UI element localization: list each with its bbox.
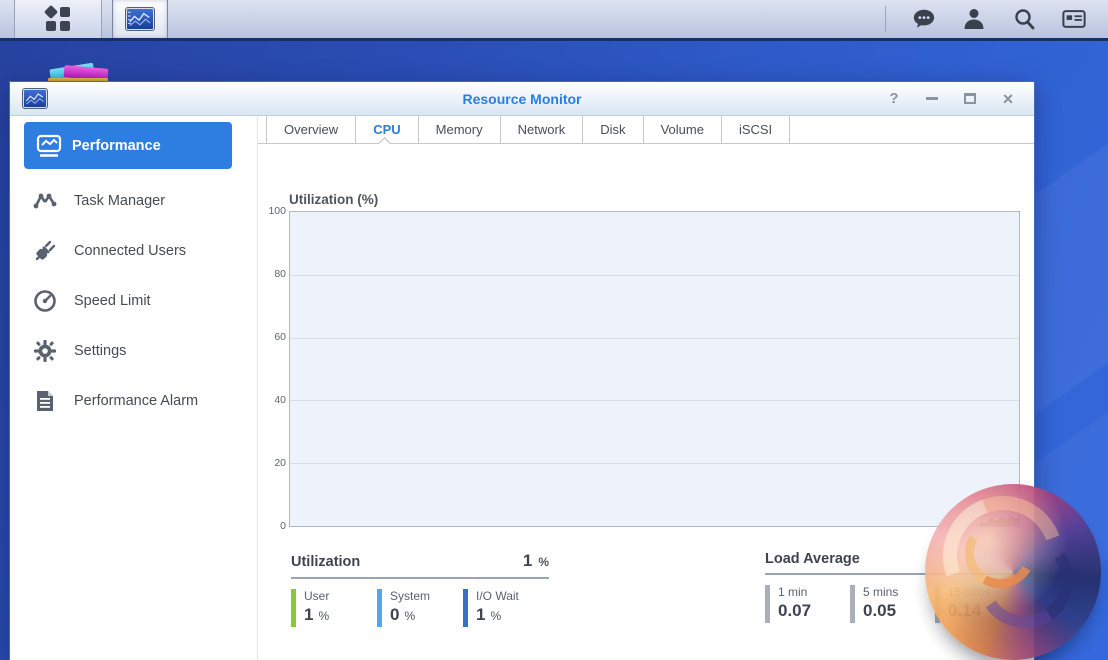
speed-limit-gauge-icon [32,288,58,314]
tab-memory[interactable]: Memory [419,116,501,143]
stat-user: User 1% [291,589,377,627]
user-account-icon[interactable] [962,7,986,31]
stat-io-wait: I/O Wait 1% [463,589,549,627]
taskbar-left [0,0,178,38]
y-tick-0: 0 [260,520,286,532]
load-average-title: Load Average [765,551,860,567]
load-average-stats: Load Average 1 min 0.07 5 mins [765,551,1020,623]
load-color-bar [850,585,855,623]
main-menu-button[interactable] [14,0,102,38]
gridline-40 [290,400,1019,401]
pilot-view-icon[interactable] [1062,7,1086,31]
window-title: Resource Monitor [10,91,1034,107]
sidebar-item-label: Performance [72,138,161,154]
sidebar-item-label: Settings [74,343,126,359]
utilization-total-unit: % [538,555,549,569]
y-tick-40: 40 [260,394,286,406]
sidebar-item-performance[interactable]: Performance [24,122,232,169]
close-button[interactable]: × [1000,91,1016,107]
stat-value: 0 [390,605,399,624]
tab-bar: Overview CPU Memory Network Disk Volume … [258,116,1034,144]
utilization-stats-title: Utilization [291,554,360,570]
gridline-60 [290,338,1019,339]
y-tick-100: 100 [260,205,286,217]
settings-gear-icon [32,338,58,364]
sidebar-item-speed-limit[interactable]: Speed Limit [24,276,244,326]
utilization-plot-area [289,211,1020,527]
gridline-80 [290,275,1019,276]
stat-value: 0.14 [948,601,990,621]
sidebar-item-performance-alarm[interactable]: Performance Alarm [24,376,244,426]
stat-load-1min: 1 min 0.07 [765,585,850,623]
utilization-stats: Utilization 1 % User 1% [291,551,549,627]
stat-label: I/O Wait [476,589,519,603]
maximize-button[interactable] [962,91,978,107]
sidebar-item-label: Task Manager [74,193,165,209]
main-content: Overview CPU Memory Network Disk Volume … [258,116,1034,660]
connected-users-plug-icon [32,238,58,264]
stat-label: 15 mins [948,585,990,599]
stat-system: System 0% [377,589,463,627]
stat-value: 1 [476,605,485,624]
search-icon[interactable] [1012,7,1036,31]
stat-load-15min: 15 mins 0.14 [935,585,1020,623]
task-manager-icon [32,188,58,214]
notifications-chat-icon[interactable] [912,7,936,31]
tab-iscsi[interactable]: iSCSI [722,116,790,143]
window-app-icon [23,89,47,108]
resource-monitor-app-icon [126,8,154,30]
sidebar-item-label: Performance Alarm [74,393,198,409]
sidebar: Performance Task Manager [10,116,258,660]
tab-cpu[interactable]: CPU [356,116,418,143]
y-tick-80: 80 [260,268,286,280]
resource-monitor-window: Resource Monitor ? × Performance [10,82,1034,660]
resource-monitor-taskbar-button[interactable] [112,0,168,38]
stat-unit: % [318,609,329,623]
stat-label: 5 mins [863,585,898,599]
tab-disk[interactable]: Disk [583,116,643,143]
performance-chart-icon [36,134,62,158]
sidebar-item-label: Connected Users [74,243,186,259]
user-color-bar [291,589,296,627]
minimize-button[interactable] [924,91,940,107]
taskbar-separator [885,6,886,32]
taskbar [0,0,1108,41]
performance-alarm-icon [32,388,58,414]
chart-title: Utilization (%) [289,192,378,207]
stat-unit: % [404,609,415,623]
stat-unit: % [490,609,501,623]
main-menu-icon [45,6,71,32]
y-tick-20: 20 [260,457,286,469]
sidebar-item-task-manager[interactable]: Task Manager [24,176,244,226]
stat-value: 0.05 [863,601,898,621]
stat-label: 1 min [778,585,811,599]
system-color-bar [377,589,382,627]
stat-load-5min: 5 mins 0.05 [850,585,935,623]
stat-value: 0.07 [778,601,811,621]
desktop-shortcut-file-station-icon[interactable] [46,60,112,84]
tab-overview[interactable]: Overview [266,116,356,143]
io-wait-color-bar [463,589,468,627]
sidebar-item-label: Speed Limit [74,293,151,309]
cpu-usage-sparkline [979,510,1019,526]
sidebar-item-settings[interactable]: Settings [24,326,244,376]
gridline-20 [290,463,1019,464]
load-color-bar [765,585,770,623]
sidebar-item-connected-users[interactable]: Connected Users [24,226,244,276]
help-button[interactable]: ? [886,91,902,107]
stat-value: 1 [304,605,313,624]
window-titlebar[interactable]: Resource Monitor ? × [10,82,1034,116]
window-controls: ? × [886,91,1034,107]
taskbar-right [885,0,1108,38]
tab-network[interactable]: Network [501,116,584,143]
stat-label: System [390,589,430,603]
tab-volume[interactable]: Volume [644,116,722,143]
utilization-total-value: 1 [523,551,532,571]
y-tick-60: 60 [260,331,286,343]
stat-label: User [304,589,329,603]
load-color-bar [935,585,940,623]
